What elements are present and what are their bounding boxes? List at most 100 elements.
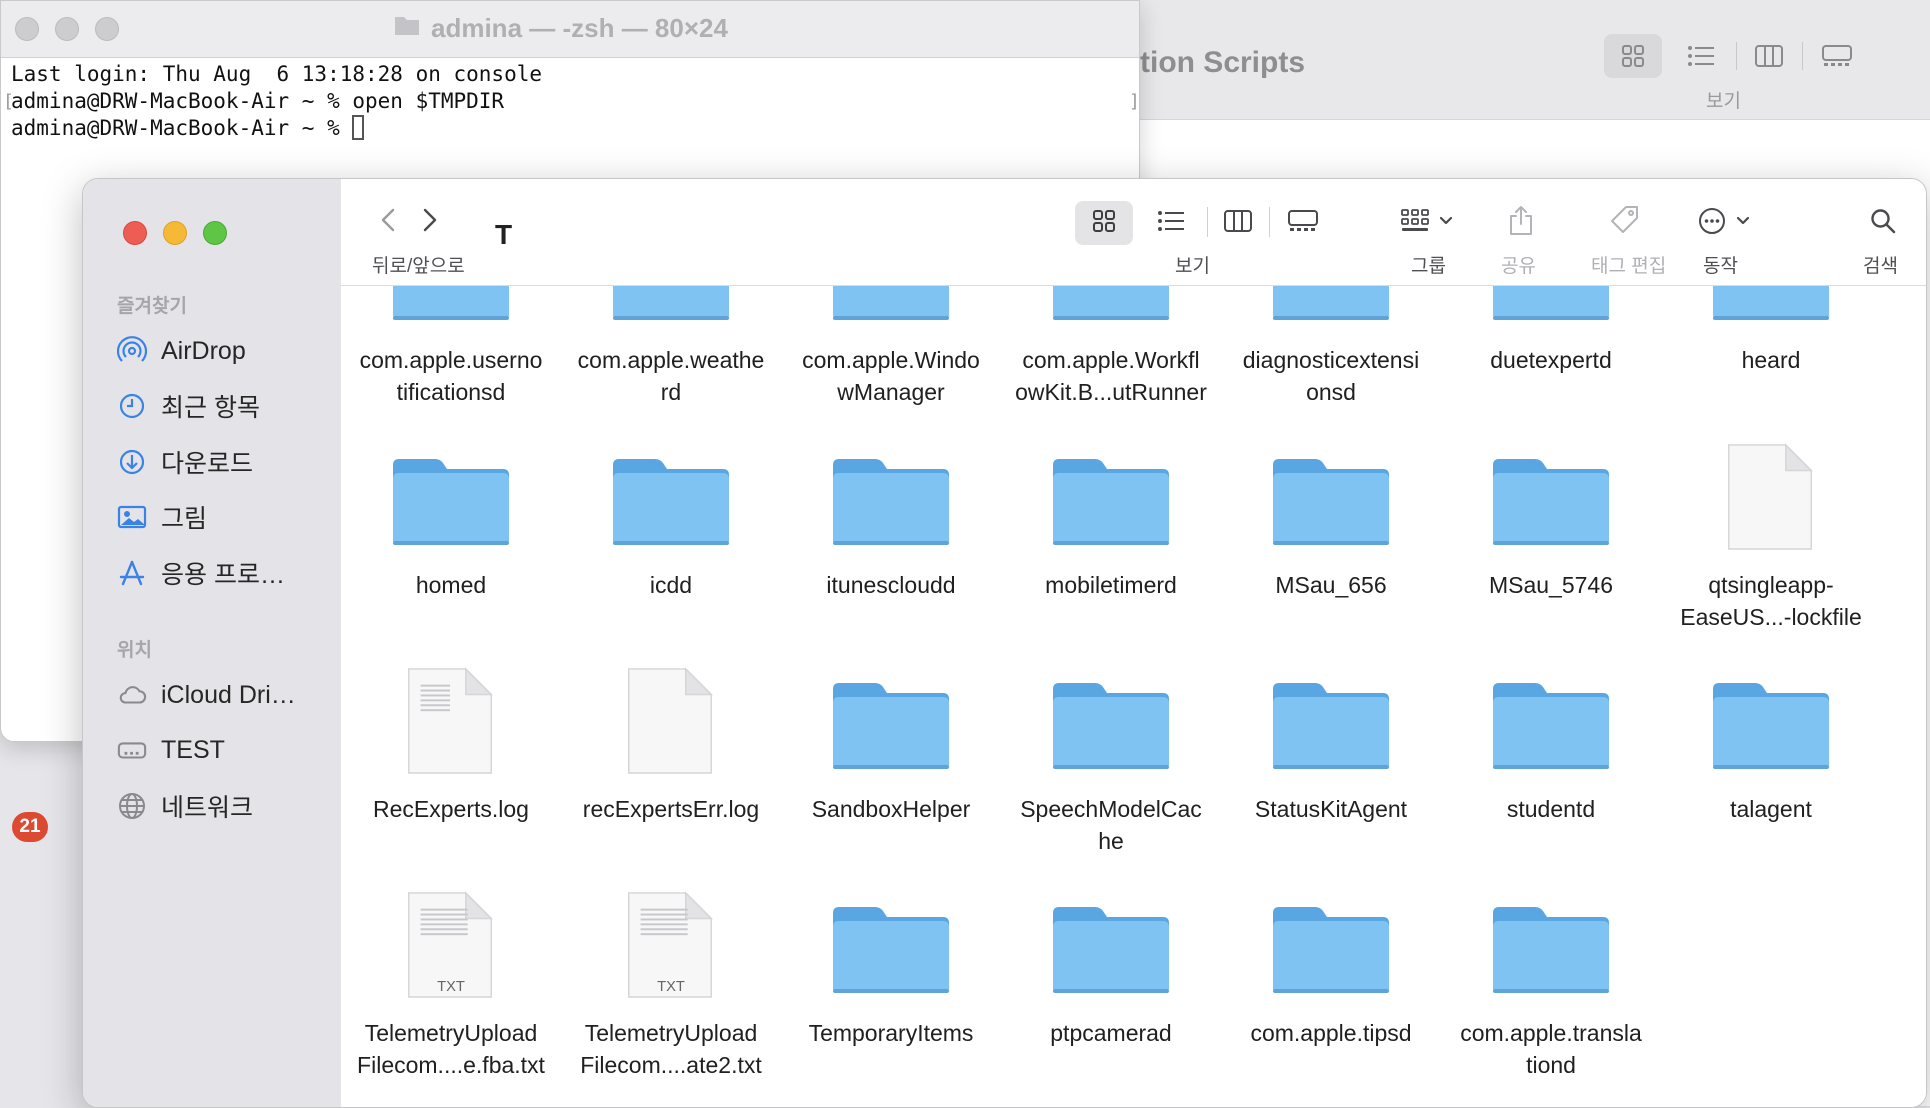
- sidebar-item-pictures[interactable]: 그림: [117, 497, 207, 537]
- folder-item[interactable]: com.apple.Workfl owKit.B...utRunner: [1001, 286, 1221, 406]
- list-icon: [1157, 210, 1185, 237]
- sidebar-item-icloud-drive[interactable]: iCloud Dri…: [117, 675, 296, 715]
- file-grid[interactable]: com.apple.userno tificationsd com.apple.w…: [341, 286, 1926, 1107]
- sidebar-item-airdrop[interactable]: AirDrop: [117, 331, 246, 371]
- notification-badge[interactable]: 21: [12, 812, 48, 842]
- terminal-zoom-button[interactable]: [95, 17, 119, 41]
- share-label: 공유: [1501, 256, 1536, 277]
- file-item[interactable]: TXT TelemetryUpload Filecom....ate2.txt: [561, 889, 781, 1079]
- background-toolbar: tion Scripts 보기: [1120, 0, 1930, 120]
- window-controls: [123, 221, 227, 245]
- column-view-button[interactable]: [1211, 201, 1265, 245]
- list-view-button[interactable]: [1145, 201, 1197, 245]
- folder-item[interactable]: com.apple.transla tiond: [1441, 889, 1661, 1079]
- group-button[interactable]: [1393, 201, 1461, 245]
- terminal-close-button[interactable]: [15, 17, 39, 41]
- folder-icon: [1711, 665, 1831, 775]
- grid-icon: [1091, 208, 1117, 239]
- file-item[interactable]: TXT TelemetryUpload Filecom....e.fba.txt: [341, 889, 561, 1079]
- sidebar-item-label: 다운로드: [161, 450, 254, 478]
- folder-item[interactable]: SpeechModelCac he: [1001, 665, 1221, 855]
- folder-item[interactable]: studentd: [1441, 665, 1661, 855]
- item-name: com.apple.weathe rd: [577, 347, 765, 405]
- cloud-icon: [117, 680, 147, 710]
- file-item[interactable]: recExpertsErr.log: [561, 665, 781, 855]
- folder-icon: [1271, 889, 1391, 999]
- folder-icon: [1271, 665, 1391, 775]
- folder-icon: [391, 441, 511, 551]
- folder-item[interactable]: com.apple.Windo wManager: [781, 286, 1001, 406]
- view-label: 보기: [1175, 256, 1210, 277]
- gallery-view-icon[interactable]: [1808, 34, 1866, 78]
- search-button[interactable]: [1861, 201, 1905, 245]
- item-name: TelemetryUpload Filecom....e.fba.txt: [357, 1020, 545, 1078]
- svg-text:TXT: TXT: [657, 979, 685, 995]
- sidebar-item-downloads[interactable]: 다운로드: [117, 442, 253, 482]
- folder-icon: [1051, 889, 1171, 999]
- finder-window[interactable]: 즐겨찾기 AirDrop 최근 항목 다운로드 그림 응용 프로… 위치 iCl…: [82, 178, 1927, 1108]
- file-item[interactable]: qtsingleapp- EaseUS...-lockfile: [1661, 441, 1881, 631]
- folder-item[interactable]: duetexpertd: [1441, 286, 1661, 406]
- sidebar-item-recents[interactable]: 최근 항목: [117, 386, 260, 426]
- terminal-prompt-line[interactable]: admina@DRW-MacBook-Air ~ %: [11, 115, 542, 142]
- close-button[interactable]: [123, 221, 147, 245]
- favorites-header: 즐겨찾기: [117, 296, 187, 317]
- sidebar-item-label: 네트워크: [161, 794, 254, 822]
- terminal-titlebar[interactable]: admina — -zsh — 80×24: [1, 1, 1139, 58]
- forward-button[interactable]: [415, 205, 445, 239]
- back-forward-label: 뒤로/앞으로: [372, 256, 465, 277]
- chevron-left-icon: [380, 207, 396, 238]
- action-button[interactable]: [1691, 201, 1757, 245]
- network-icon: [117, 791, 147, 821]
- minimize-button[interactable]: [163, 221, 187, 245]
- back-button[interactable]: [373, 205, 403, 239]
- folder-item[interactable]: com.apple.userno tificationsd: [341, 286, 561, 406]
- terminal-title: admina — -zsh — 80×24: [393, 13, 728, 44]
- folder-item[interactable]: MSau_5746: [1441, 441, 1661, 631]
- folder-icon: [1491, 441, 1611, 551]
- folder-item[interactable]: StatusKitAgent: [1221, 665, 1441, 855]
- item-name: MSau_5746: [1488, 572, 1614, 598]
- item-name: com.apple.tipsd: [1250, 1020, 1412, 1046]
- folder-item[interactable]: mobiletimerd: [1001, 441, 1221, 631]
- folder-icon: [611, 286, 731, 326]
- sidebar-item-applications[interactable]: 응용 프로…: [117, 553, 285, 593]
- folder-item[interactable]: com.apple.tipsd: [1221, 889, 1441, 1079]
- share-button[interactable]: [1499, 199, 1543, 245]
- folder-item[interactable]: MSau_656: [1221, 441, 1441, 631]
- file-item[interactable]: RecExperts.log: [341, 665, 561, 855]
- folder-icon: [1051, 665, 1171, 775]
- sidebar-item-test-drive[interactable]: TEST: [117, 730, 225, 770]
- terminal-output[interactable]: Last login: Thu Aug 6 13:18:28 on consol…: [11, 61, 542, 142]
- folder-item[interactable]: icdd: [561, 441, 781, 631]
- airdrop-icon: [117, 336, 147, 366]
- group-label: 그룹: [1411, 256, 1446, 277]
- folder-item[interactable]: TemporaryItems: [781, 889, 1001, 1079]
- zoom-button[interactable]: [203, 221, 227, 245]
- tag-button[interactable]: [1603, 199, 1647, 245]
- terminal-line: admina@DRW-MacBook-Air ~ % open $TMPDIR: [11, 89, 505, 113]
- folder-icon: [831, 286, 951, 326]
- folder-item[interactable]: homed: [341, 441, 561, 631]
- folder-item[interactable]: ptpcamerad: [1001, 889, 1221, 1079]
- folder-item[interactable]: talagent: [1661, 665, 1881, 855]
- item-name: com.apple.transla tiond: [1460, 1020, 1642, 1078]
- picture-icon: [117, 502, 147, 532]
- search-label: 검색: [1863, 256, 1898, 277]
- sidebar-item-network[interactable]: 네트워크: [117, 786, 253, 826]
- folder-item[interactable]: SandboxHelper: [781, 665, 1001, 855]
- item-name: qtsingleapp- EaseUS...-lockfile: [1680, 572, 1862, 630]
- column-view-icon[interactable]: [1740, 34, 1798, 78]
- columns-icon: [1223, 209, 1253, 238]
- sidebar-item-label: 최근 항목: [161, 394, 260, 422]
- icon-view-button[interactable]: [1075, 201, 1133, 245]
- folder-item[interactable]: com.apple.weathe rd: [561, 286, 781, 406]
- folder-item[interactable]: diagnosticextensi onsd: [1221, 286, 1441, 406]
- list-view-icon[interactable]: [1672, 34, 1730, 78]
- folder-item[interactable]: heard: [1661, 286, 1881, 406]
- gallery-view-button[interactable]: [1275, 201, 1331, 245]
- folder-item[interactable]: itunescloudd: [781, 441, 1001, 631]
- item-name: RecExperts.log: [373, 796, 529, 822]
- icon-view-icon[interactable]: [1604, 34, 1662, 78]
- terminal-minimize-button[interactable]: [55, 17, 79, 41]
